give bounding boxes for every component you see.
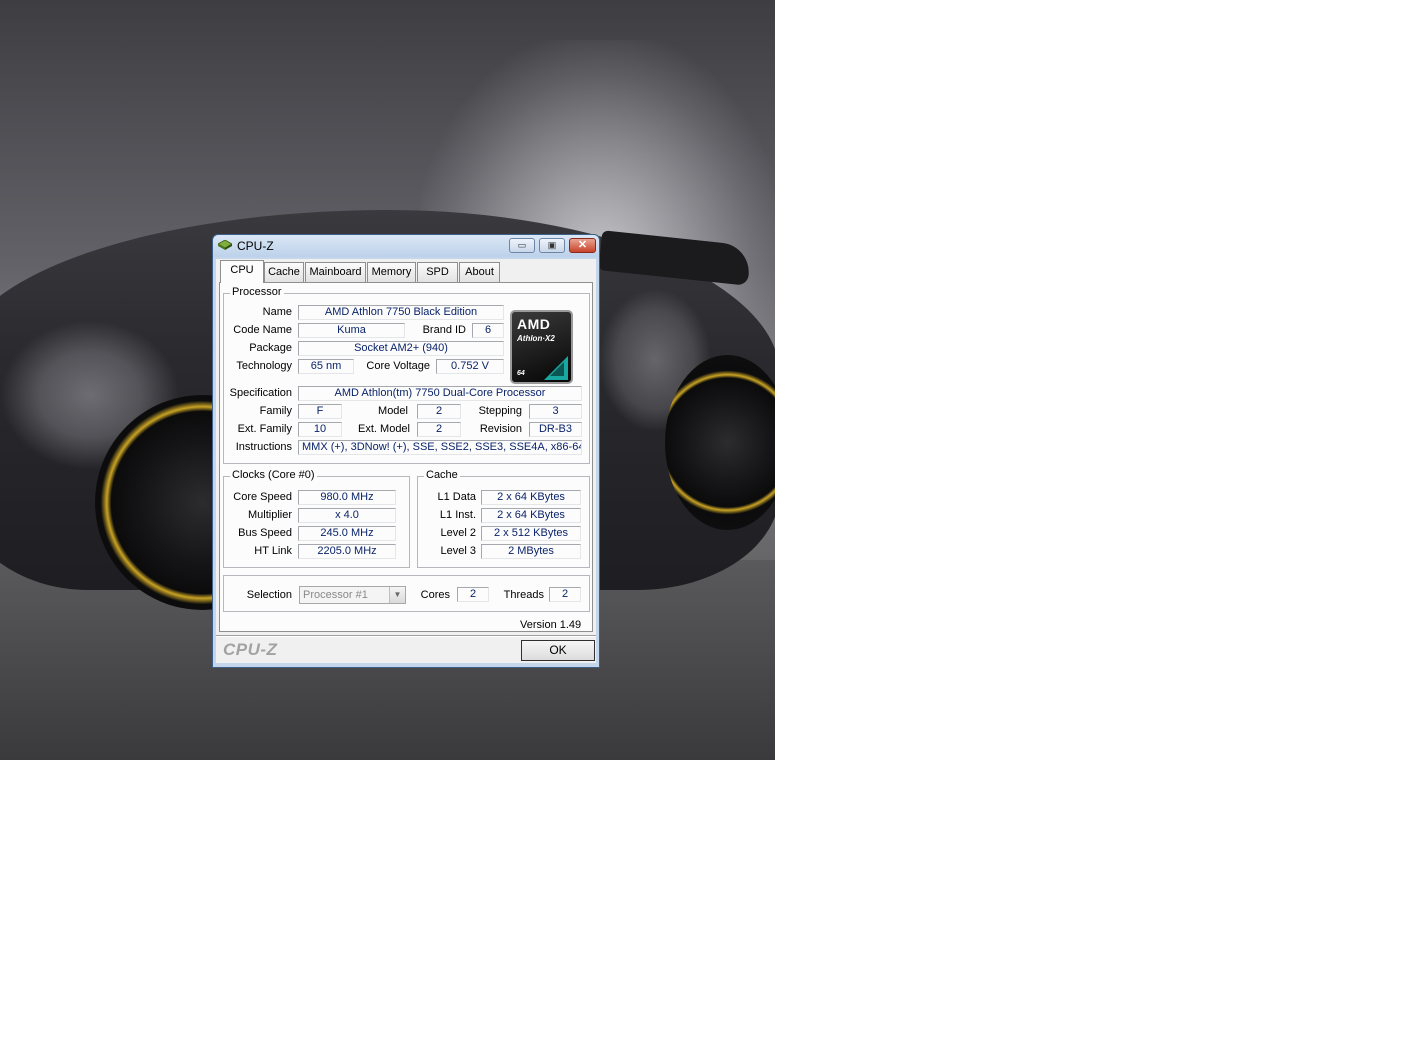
processor-select[interactable]: Processor #1 ▼ bbox=[299, 586, 406, 604]
specification-field: AMD Athlon(tm) 7750 Dual-Core Processor bbox=[298, 386, 582, 401]
ext-family-label: Ext. Family bbox=[237, 423, 292, 435]
minimize-button[interactable]: ▭ bbox=[509, 238, 535, 253]
specification-label: Specification bbox=[229, 387, 292, 399]
processor-legend: Processor bbox=[230, 286, 284, 298]
stepping-label: Stepping bbox=[478, 405, 522, 417]
level2-field: 2 x 512 KBytes bbox=[481, 526, 581, 541]
core-speed-field: 980.0 MHz bbox=[298, 490, 396, 505]
code-name-field: Kuma bbox=[298, 323, 405, 338]
maximize-button[interactable]: ▣ bbox=[539, 238, 565, 253]
cpu-tab-panel: Processor Name AMD Athlon 7750 Black Edi… bbox=[219, 282, 593, 632]
tab-cache[interactable]: Cache bbox=[264, 262, 304, 282]
stepping-field: 3 bbox=[529, 404, 582, 419]
amd-athlon-x2-logo: AMD Athlon·X2 64 bbox=[510, 310, 573, 384]
logo-model: Athlon·X2 bbox=[517, 334, 555, 343]
bus-speed-field: 245.0 MHz bbox=[298, 526, 396, 541]
level2-label: Level 2 bbox=[440, 527, 476, 539]
brand-id-field: 6 bbox=[472, 323, 504, 338]
core-voltage-label: Core Voltage bbox=[366, 360, 430, 372]
model-label: Model bbox=[378, 405, 408, 417]
threads-label: Threads bbox=[503, 589, 544, 601]
level3-label: Level 3 bbox=[440, 545, 476, 557]
package-label: Package bbox=[249, 342, 292, 354]
ext-model-label: Ext. Model bbox=[358, 423, 410, 435]
amd-arrow-inner bbox=[550, 362, 564, 376]
tab-mainboard[interactable]: Mainboard bbox=[305, 262, 366, 282]
cores-label: Cores bbox=[420, 589, 450, 601]
processor-group: Processor Name AMD Athlon 7750 Black Edi… bbox=[223, 286, 590, 464]
core-voltage-field: 0.752 V bbox=[436, 359, 504, 374]
cores-field: 2 bbox=[457, 587, 489, 602]
title-bar[interactable]: CPU-Z ▭ ▣ ✕ bbox=[213, 235, 599, 257]
model-field: 2 bbox=[417, 404, 461, 419]
tab-about[interactable]: About bbox=[459, 262, 500, 282]
l1-data-label: L1 Data bbox=[437, 491, 476, 503]
family-label: Family bbox=[259, 405, 292, 417]
threads-field: 2 bbox=[549, 587, 581, 602]
ext-model-field: 2 bbox=[417, 422, 461, 437]
selection-group: Selection Processor #1 ▼ Cores 2 Threads… bbox=[223, 575, 590, 612]
chevron-down-icon[interactable]: ▼ bbox=[389, 587, 405, 603]
code-name-label: Code Name bbox=[233, 324, 292, 336]
cpuz-window: CPU-Z ▭ ▣ ✕ CPU Cache Mainboard Memory S… bbox=[212, 234, 600, 668]
instructions-field: MMX (+), 3DNow! (+), SSE, SSE2, SSE3, SS… bbox=[298, 440, 582, 455]
processor-select-value: Processor #1 bbox=[303, 589, 368, 601]
clocks-group: Clocks (Core #0) Core Speed 980.0 MHz Mu… bbox=[223, 469, 410, 568]
package-field: Socket AM2+ (940) bbox=[298, 341, 504, 356]
window-title: CPU-Z bbox=[237, 239, 274, 253]
tab-memory[interactable]: Memory bbox=[367, 262, 416, 282]
name-field: AMD Athlon 7750 Black Edition bbox=[298, 305, 504, 320]
technology-field: 65 nm bbox=[298, 359, 354, 374]
clocks-legend: Clocks (Core #0) bbox=[230, 469, 317, 481]
multiplier-label: Multiplier bbox=[247, 509, 292, 521]
family-field: F bbox=[298, 404, 342, 419]
cache-group: Cache L1 Data 2 x 64 KBytes L1 Inst. 2 x… bbox=[417, 469, 590, 568]
ht-link-label: HT Link bbox=[254, 545, 292, 557]
l1-inst-label: L1 Inst. bbox=[439, 509, 476, 521]
l1-inst-field: 2 x 64 KBytes bbox=[481, 508, 581, 523]
l1-data-field: 2 x 64 KBytes bbox=[481, 490, 581, 505]
footer-brand: CPU-Z bbox=[223, 640, 278, 659]
logo-brand: AMD bbox=[517, 316, 551, 332]
logo-bits: 64 bbox=[517, 370, 525, 377]
footer-separator bbox=[216, 635, 596, 637]
technology-label: Technology bbox=[236, 360, 292, 372]
revision-label: Revision bbox=[479, 423, 522, 435]
cache-legend: Cache bbox=[424, 469, 460, 481]
ok-button[interactable]: OK bbox=[521, 640, 595, 661]
brand-id-label: Brand ID bbox=[422, 324, 466, 336]
name-label: Name bbox=[262, 306, 292, 318]
close-button[interactable]: ✕ bbox=[569, 238, 596, 253]
core-speed-label: Core Speed bbox=[233, 491, 292, 503]
bus-speed-label: Bus Speed bbox=[238, 527, 292, 539]
tab-spd[interactable]: SPD bbox=[417, 262, 458, 282]
revision-field: DR-B3 bbox=[529, 422, 582, 437]
window-client-area: CPU Cache Mainboard Memory SPD About Pro… bbox=[216, 259, 596, 663]
cpuz-app-icon bbox=[218, 240, 232, 250]
selection-label: Selection bbox=[246, 589, 292, 601]
multiplier-field: x 4.0 bbox=[298, 508, 396, 523]
tab-cpu[interactable]: CPU bbox=[220, 260, 264, 283]
instructions-label: Instructions bbox=[235, 441, 292, 453]
version-label: Version 1.49 bbox=[520, 619, 582, 631]
level3-field: 2 MBytes bbox=[481, 544, 581, 559]
ext-family-field: 10 bbox=[298, 422, 342, 437]
ht-link-field: 2205.0 MHz bbox=[298, 544, 396, 559]
